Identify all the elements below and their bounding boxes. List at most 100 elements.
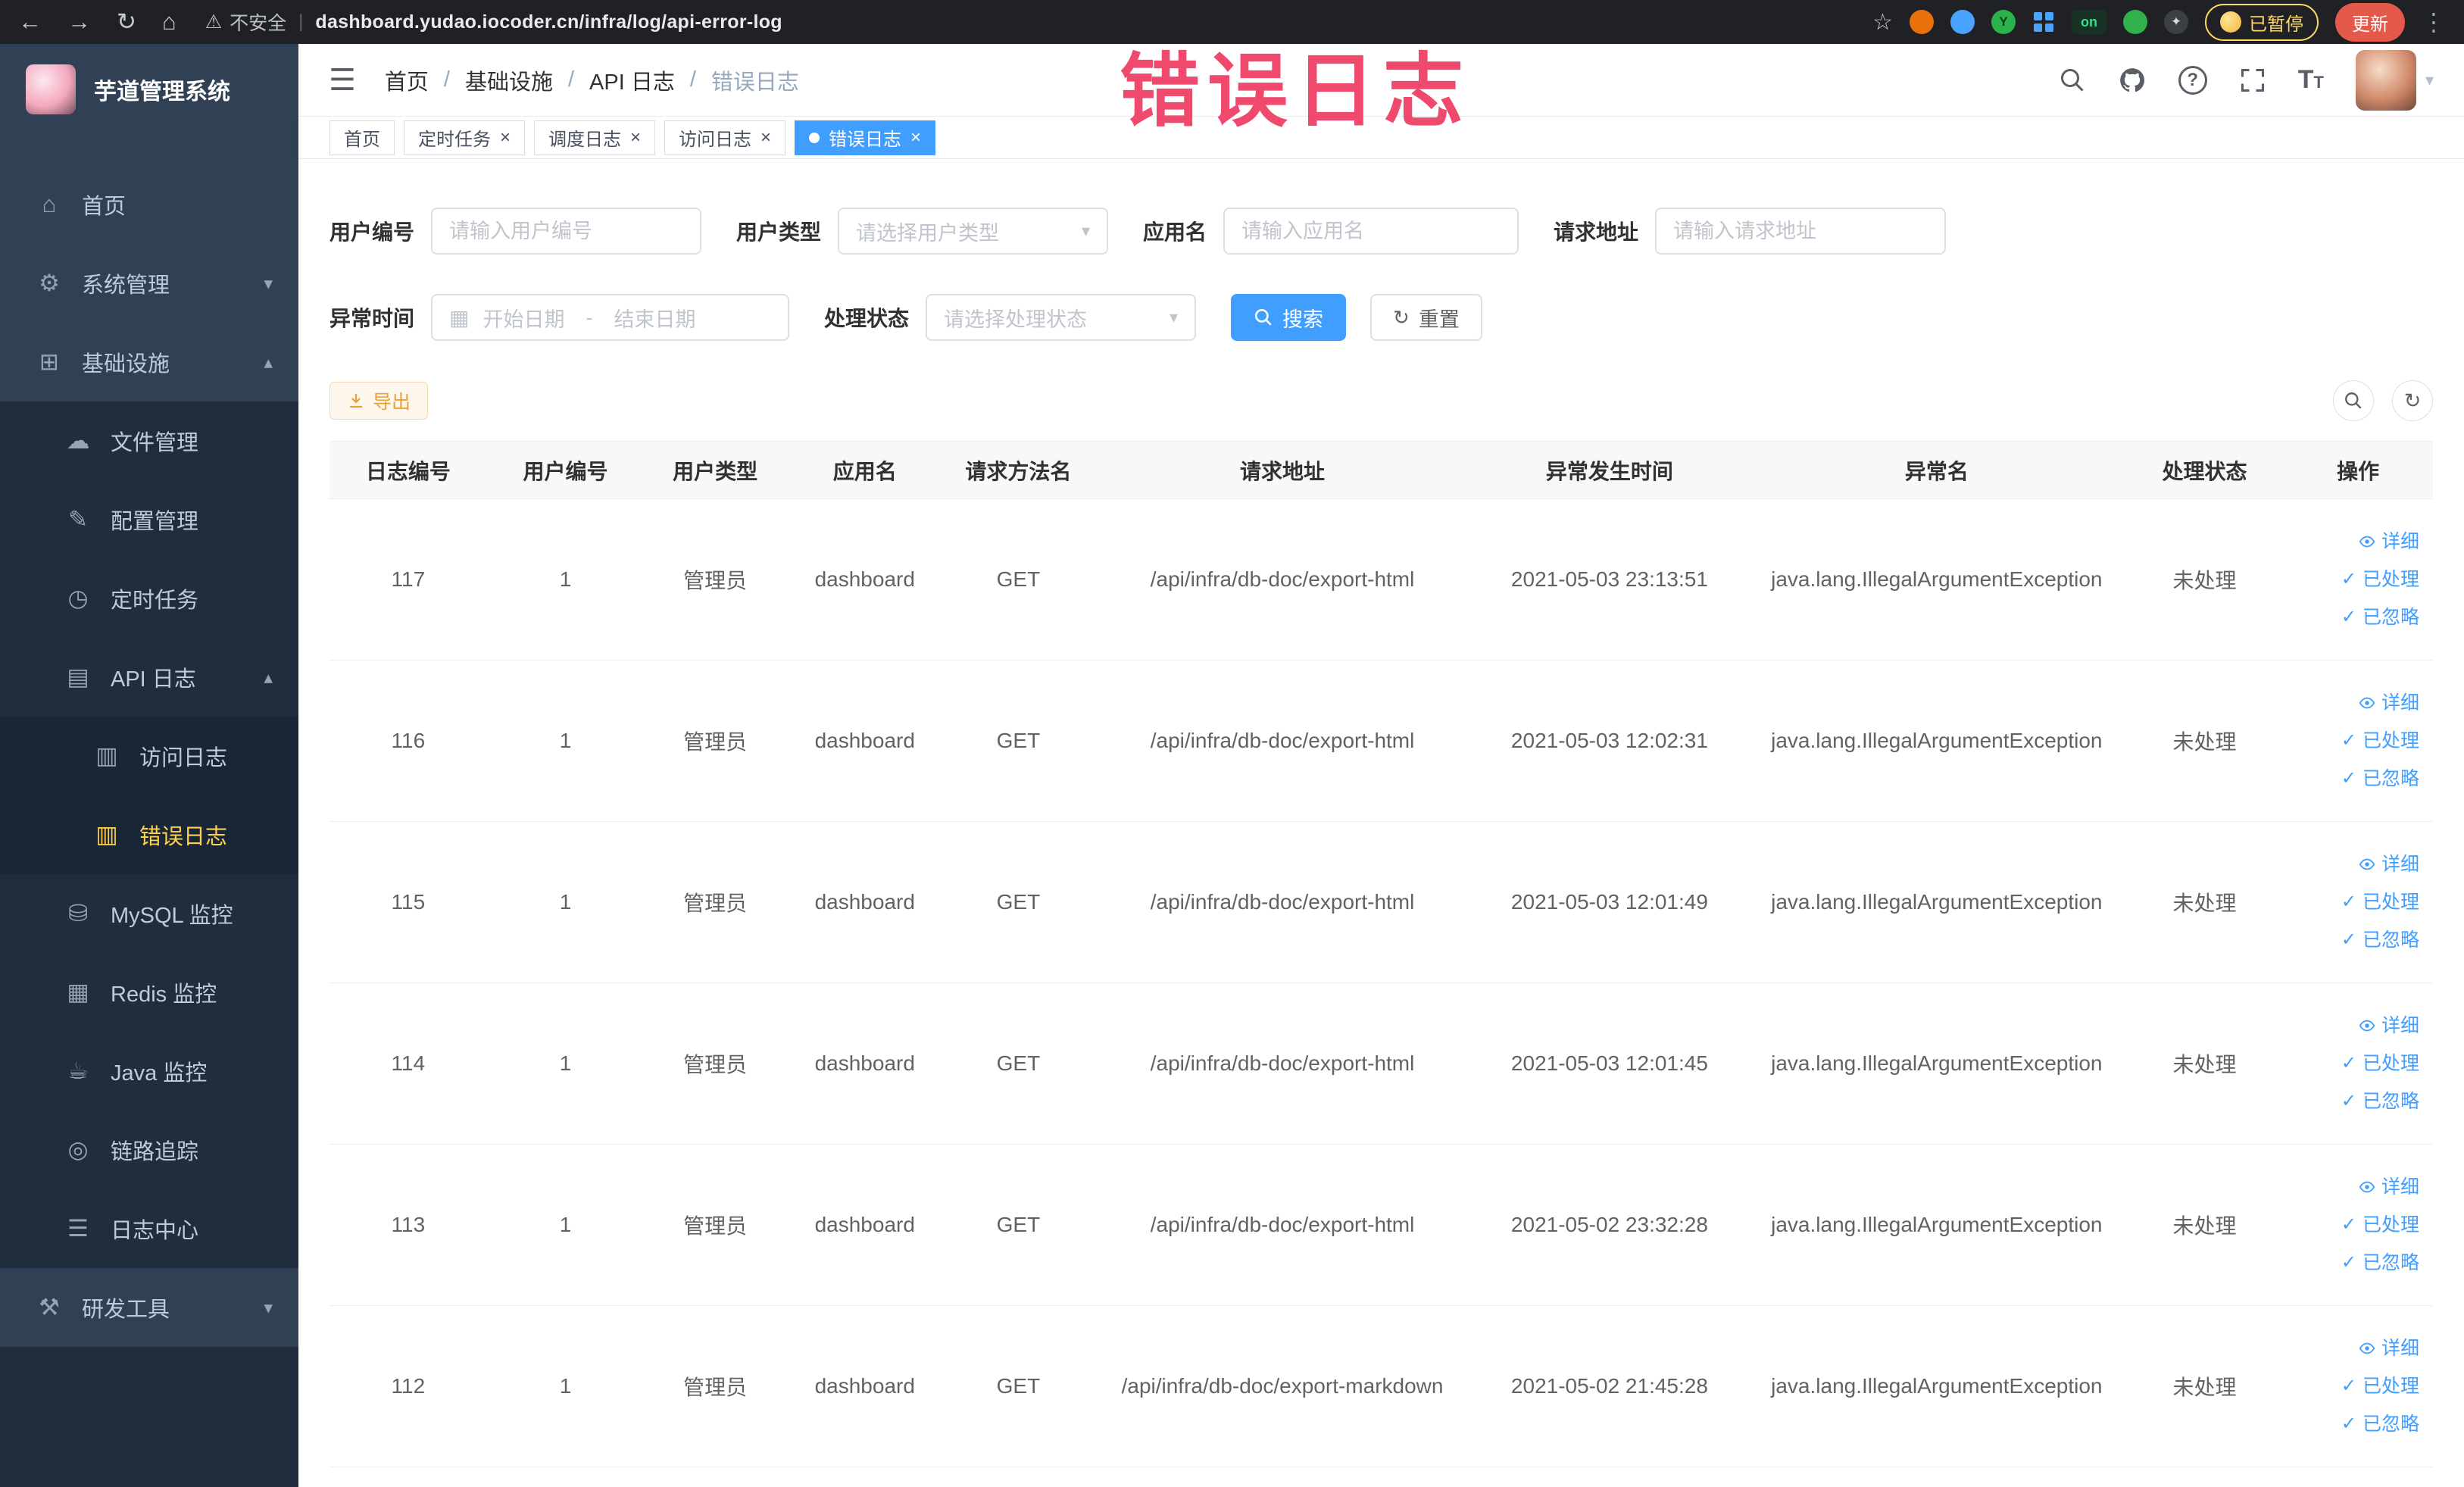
- user-id-input[interactable]: [431, 208, 702, 255]
- request-url-input[interactable]: [1655, 208, 1947, 255]
- detail-link[interactable]: 详细: [2359, 1332, 2419, 1365]
- extension-grid-icon[interactable]: [2032, 11, 2055, 33]
- cell-exception: java.lang.IllegalArgumentException: [1747, 498, 2126, 661]
- mark-ignored-link[interactable]: ✓ 已忽略: [2341, 1085, 2419, 1118]
- gear-icon: ⚙: [39, 270, 60, 296]
- check-icon: ✓: [2341, 1091, 2356, 1111]
- table-row: 116 1 管理员 dashboard GET /api/infra/db-do…: [329, 660, 2433, 822]
- refresh-icon[interactable]: ↻: [117, 8, 136, 36]
- warning-icon: ⚠: [205, 11, 223, 33]
- sidebar-item-home[interactable]: ⌂ 首页: [0, 165, 298, 244]
- page-content: 用户编号 用户类型 请选择用户类型 ▾ 应用名 请求地址: [298, 159, 2464, 1487]
- close-icon[interactable]: ×: [630, 128, 641, 147]
- sidebar-item-log-center[interactable]: ☰ 日志中心: [0, 1189, 298, 1268]
- tab-schedule-log[interactable]: 调度日志 ×: [534, 120, 656, 155]
- sidebar-item-infra[interactable]: ⊞ 基础设施 ▴: [0, 323, 298, 401]
- detail-link[interactable]: 详细: [2359, 1009, 2419, 1042]
- reset-button[interactable]: ↻ 重置: [1370, 294, 1482, 341]
- breadcrumb-current: 错误日志: [710, 70, 799, 95]
- sidebar-toggle-icon[interactable]: ☰: [329, 63, 356, 98]
- breadcrumb-item[interactable]: 首页: [385, 64, 429, 96]
- tab-scheduled-tasks[interactable]: 定时任务 ×: [404, 120, 526, 155]
- mark-processed-link[interactable]: ✓ 已处理: [2341, 886, 2419, 919]
- app-name-input[interactable]: [1223, 208, 1519, 255]
- paused-badge[interactable]: 已暂停: [2205, 3, 2319, 41]
- bookmark-star-icon[interactable]: ☆: [1872, 9, 1893, 36]
- check-icon: ✓: [2341, 569, 2356, 589]
- process-status-select[interactable]: 请选择处理状态 ▾: [926, 294, 1197, 341]
- tab-error-log[interactable]: 错误日志 ×: [795, 120, 936, 155]
- sidebar-item-file-manage[interactable]: ☁ 文件管理: [0, 401, 298, 480]
- mark-ignored-link[interactable]: ✓ 已忽略: [2341, 601, 2419, 634]
- mark-processed-link[interactable]: ✓ 已处理: [2341, 1370, 2419, 1403]
- sidebar-item-java-monitor[interactable]: ☕ Java 监控: [0, 1032, 298, 1111]
- mark-processed-link[interactable]: ✓ 已处理: [2341, 563, 2419, 596]
- extension-icon[interactable]: Y: [1991, 10, 2016, 34]
- mark-processed-link[interactable]: ✓ 已处理: [2341, 1047, 2419, 1080]
- detail-link[interactable]: 详细: [2359, 848, 2419, 881]
- close-icon[interactable]: ×: [910, 128, 921, 147]
- tab-access-log[interactable]: 访问日志 ×: [664, 120, 786, 155]
- layers-icon: ▦: [67, 979, 89, 1005]
- sidebar-item-tracing[interactable]: ◎ 链路追踪: [0, 1111, 298, 1189]
- sidebar-item-mysql-monitor[interactable]: ⛁ MySQL 监控: [0, 874, 298, 953]
- sidebar-item-system[interactable]: ⚙ 系统管理 ▾: [0, 244, 298, 323]
- sidebar-item-redis-monitor[interactable]: ▦ Redis 监控: [0, 953, 298, 1032]
- detail-link[interactable]: 详细: [2359, 1170, 2419, 1204]
- puzzle-icon[interactable]: ✦: [2164, 10, 2188, 34]
- back-icon[interactable]: ←: [18, 8, 42, 36]
- mark-ignored-link[interactable]: ✓ 已忽略: [2341, 762, 2419, 795]
- extension-icon[interactable]: on: [2072, 10, 2106, 34]
- cell-log-id: 114: [329, 982, 487, 1145]
- cell-url: /api/infra/db-doc/export-html: [1093, 1144, 1472, 1306]
- sidebar-item-scheduled-tasks[interactable]: ◷ 定时任务: [0, 559, 298, 638]
- infrastructure-icon: ⊞: [39, 348, 59, 375]
- sidebar-item-error-log[interactable]: ▥ 错误日志: [0, 795, 298, 874]
- mark-processed-link[interactable]: ✓ 已处理: [2341, 724, 2419, 758]
- check-icon: ✓: [2341, 768, 2356, 789]
- export-button[interactable]: 导出: [329, 382, 429, 420]
- font-size-icon[interactable]: TT: [2298, 65, 2324, 95]
- mark-ignored-link[interactable]: ✓ 已忽略: [2341, 923, 2419, 957]
- breadcrumb: 首页 / 基础设施 / API 日志 / 错误日志: [385, 64, 799, 96]
- home-icon[interactable]: ⌂: [162, 8, 176, 36]
- mark-ignored-link[interactable]: ✓ 已忽略: [2341, 1407, 2419, 1441]
- mark-processed-link[interactable]: ✓ 已处理: [2341, 1208, 2419, 1242]
- search-icon[interactable]: [2059, 67, 2086, 94]
- hide-search-button[interactable]: [2333, 380, 2374, 421]
- extension-icon[interactable]: [1950, 10, 1975, 34]
- sidebar-item-access-log[interactable]: ▥ 访问日志: [0, 717, 298, 795]
- cell-exception: java.lang.IllegalArgumentException: [1747, 660, 2126, 822]
- search-button[interactable]: 搜索: [1231, 294, 1347, 341]
- chevron-up-icon: ▴: [264, 667, 273, 687]
- refresh-table-button[interactable]: ↻: [2392, 380, 2433, 421]
- column-header: 用户类型: [644, 441, 786, 499]
- active-dot-icon: [809, 132, 820, 143]
- tab-home[interactable]: 首页: [329, 120, 395, 155]
- forward-icon[interactable]: →: [67, 8, 91, 36]
- user-menu[interactable]: ▾: [2355, 49, 2434, 111]
- close-icon[interactable]: ×: [760, 128, 771, 147]
- extension-icon[interactable]: [1910, 10, 1934, 34]
- mark-ignored-link[interactable]: ✓ 已忽略: [2341, 1246, 2419, 1279]
- user-type-select[interactable]: 请选择用户类型 ▾: [838, 208, 1109, 255]
- help-icon[interactable]: ?: [2178, 65, 2207, 95]
- address-bar[interactable]: ⚠ 不安全 | dashboard.yudao.iocoder.cn/infra…: [205, 8, 1853, 36]
- github-icon[interactable]: [2118, 66, 2147, 95]
- app-name-label: 应用名: [1143, 220, 1207, 244]
- browser-menu-icon[interactable]: ⋮: [2422, 8, 2446, 36]
- fullscreen-icon[interactable]: [2239, 67, 2266, 94]
- sidebar-item-api-logs[interactable]: ▤ API 日志 ▴: [0, 638, 298, 717]
- filter-row-2: 异常时间 ▦ 开始日期 - 结束日期 处理状态 请选择处理状态 ▾ 搜索 ↻ 重…: [329, 294, 2433, 341]
- cell-user-type: 管理员: [644, 1305, 786, 1467]
- sidebar-item-config-manage[interactable]: ✎ 配置管理: [0, 480, 298, 559]
- close-icon[interactable]: ×: [500, 128, 511, 147]
- breadcrumb-item[interactable]: 基础设施: [465, 64, 553, 96]
- breadcrumb-item[interactable]: API 日志: [589, 64, 675, 96]
- detail-link[interactable]: 详细: [2359, 686, 2419, 720]
- detail-link[interactable]: 详细: [2359, 525, 2419, 558]
- extension-icon[interactable]: [2123, 10, 2147, 34]
- exception-time-range-picker[interactable]: ▦ 开始日期 - 结束日期: [431, 294, 790, 341]
- update-button[interactable]: 更新: [2335, 2, 2405, 42]
- sidebar-item-dev-tools[interactable]: ⚒ 研发工具 ▾: [0, 1268, 298, 1347]
